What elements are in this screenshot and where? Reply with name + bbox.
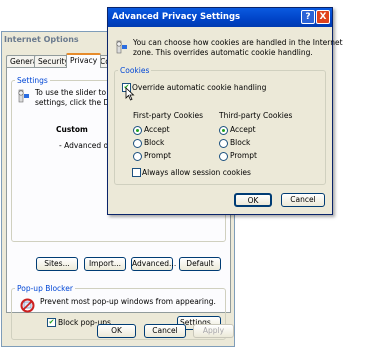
mouse-cursor-icon [125, 87, 135, 101]
window-title: Internet Options [4, 35, 79, 44]
dialog-title: Advanced Privacy Settings [112, 12, 241, 22]
popup-blocker-desc: Prevent most pop-up windows from appeari… [40, 297, 216, 306]
first-party-block-radio[interactable] [133, 139, 142, 148]
third-party-accept-radio[interactable] [219, 126, 228, 135]
dialog-ok-button[interactable]: OK [234, 193, 272, 207]
settings-desc-line1: To use the slider to se [35, 88, 117, 97]
third-party-accept-label: Accept [230, 125, 256, 134]
first-party-block-label: Block [144, 138, 165, 147]
import-button[interactable]: Import... [84, 257, 126, 271]
help-button[interactable]: ? [301, 10, 315, 24]
privacy-slider-icon [18, 89, 29, 103]
cancel-button[interactable]: Cancel [144, 324, 186, 338]
settings-desc-line2: settings, click the Def [35, 98, 117, 107]
first-party-prompt-label: Prompt [144, 151, 171, 160]
privacy-level: Custom [56, 125, 88, 134]
privacy-slider-icon [116, 40, 127, 54]
popup-blocker-icon [20, 298, 35, 313]
block-popups-checkbox[interactable]: ✔ [47, 318, 56, 327]
first-party-label: First-party Cookies [133, 111, 204, 120]
session-cookies-checkbox[interactable] [132, 168, 141, 177]
third-party-block-label: Block [230, 138, 251, 147]
apply-button[interactable]: Apply [193, 324, 234, 338]
first-party-accept-label: Accept [144, 125, 170, 134]
title-bar: Advanced Privacy Settings ? X [108, 8, 332, 27]
third-party-prompt-radio[interactable] [219, 152, 228, 161]
dialog-cancel-button[interactable]: Cancel [281, 193, 325, 207]
cookies-legend: Cookies [120, 66, 150, 75]
dialog-desc-line2: zone. This overrides automatic cookie ha… [133, 48, 313, 57]
ok-button[interactable]: OK [97, 324, 136, 338]
override-label: Override automatic cookie handling [132, 83, 267, 92]
third-party-block-radio[interactable] [219, 139, 228, 148]
third-party-prompt-label: Prompt [230, 151, 257, 160]
first-party-accept-radio[interactable] [133, 126, 142, 135]
dialog-desc-line1: You can choose how cookies are handled i… [133, 38, 343, 47]
advanced-button[interactable]: Advanced... [131, 257, 176, 271]
settings-legend: Settings [17, 76, 48, 85]
tab-privacy[interactable]: Privacy [66, 53, 102, 68]
third-party-label: Third-party Cookies [219, 111, 293, 120]
advanced-privacy-dialog: Advanced Privacy Settings ? X You can ch… [107, 7, 343, 215]
close-button[interactable]: X [316, 10, 330, 24]
default-button[interactable]: Default [179, 257, 221, 271]
sites-button[interactable]: Sites... [36, 257, 78, 271]
popup-blocker-legend: Pop-up Blocker [17, 284, 73, 293]
first-party-prompt-radio[interactable] [133, 152, 142, 161]
session-cookies-label: Always allow session cookies [142, 168, 251, 177]
